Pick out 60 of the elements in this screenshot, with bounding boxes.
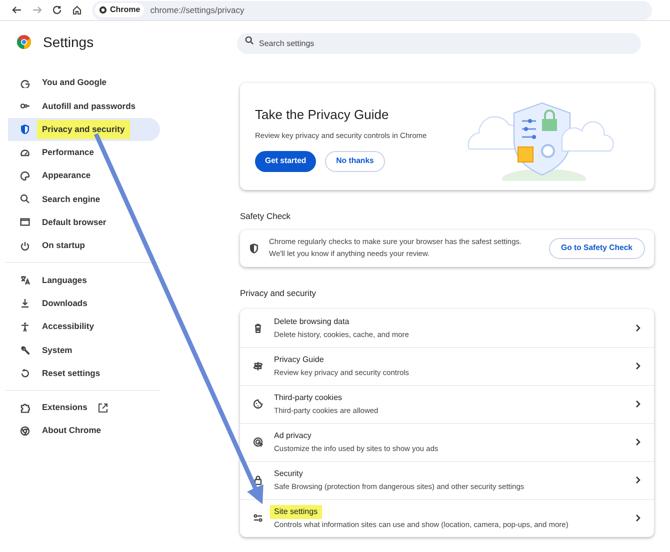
sidebar-item[interactable]: Privacy and security bbox=[8, 118, 160, 141]
page-title: Settings bbox=[43, 32, 94, 52]
back-icon[interactable] bbox=[12, 5, 22, 15]
site-chip[interactable]: Chrome bbox=[95, 3, 144, 17]
puzzle-icon bbox=[20, 402, 30, 412]
sidebar-item[interactable]: Accessibility bbox=[8, 314, 160, 338]
section-heading: Privacy and security bbox=[240, 286, 318, 300]
sidebar-item[interactable]: About Chrome bbox=[8, 419, 160, 442]
wrench-icon bbox=[20, 344, 30, 355]
sidebar-item[interactable]: Performance bbox=[8, 140, 160, 164]
section-heading: Safety Check bbox=[240, 210, 292, 223]
reload-icon[interactable] bbox=[52, 5, 62, 15]
address-bar[interactable]: Chrome chrome://settings/privacy bbox=[92, 0, 652, 20]
sidebar-item[interactable]: Reset settings bbox=[8, 362, 160, 385]
row-title: Ad privacy bbox=[273, 430, 312, 442]
chevron-right-icon bbox=[634, 400, 640, 408]
lock-icon bbox=[253, 475, 263, 485]
ad-target-icon bbox=[253, 437, 263, 447]
trash-icon bbox=[253, 322, 263, 332]
row-title: Delete browsing data bbox=[273, 316, 350, 328]
sidebar-item[interactable]: Downloads bbox=[8, 292, 160, 315]
sidebar-item[interactable]: On startup bbox=[8, 234, 160, 258]
shield-icon bbox=[20, 124, 30, 134]
sidebar-item[interactable]: Search engine bbox=[8, 187, 160, 211]
sidebar-item[interactable]: Default browser bbox=[8, 210, 160, 234]
row-title: Third-party cookies bbox=[273, 392, 344, 404]
chevron-right-icon bbox=[634, 324, 640, 332]
search-icon bbox=[245, 36, 254, 45]
shield-icon bbox=[249, 242, 259, 254]
key-icon bbox=[20, 100, 30, 111]
browser-window-icon bbox=[20, 217, 30, 228]
card-title: Take the Privacy Guide bbox=[255, 106, 390, 124]
google-icon bbox=[20, 78, 30, 88]
cookie-icon bbox=[253, 399, 263, 409]
speedometer-icon bbox=[20, 148, 30, 158]
row-title: Site settings bbox=[270, 505, 322, 520]
chevron-right-icon bbox=[634, 514, 640, 522]
sidebar-item[interactable]: Languages bbox=[8, 268, 160, 292]
reset-icon bbox=[20, 368, 30, 378]
power-icon bbox=[20, 240, 30, 251]
search-field[interactable]: Search settings bbox=[237, 33, 641, 54]
search-icon bbox=[20, 194, 30, 204]
sidebar-item[interactable]: Appearance bbox=[8, 164, 160, 188]
row-title: Security bbox=[273, 468, 304, 480]
palette-icon bbox=[20, 170, 30, 181]
sidebar-item[interactable]: Autofill and passwords bbox=[8, 94, 160, 118]
signpost-icon bbox=[253, 361, 263, 371]
download-icon bbox=[20, 298, 30, 308]
chevron-right-icon bbox=[634, 438, 640, 446]
chevron-right-icon bbox=[634, 476, 640, 484]
row-title: Privacy Guide bbox=[273, 354, 325, 366]
accessibility-icon bbox=[20, 322, 30, 332]
sidebar-item[interactable]: Extensions bbox=[8, 396, 160, 420]
home-icon[interactable] bbox=[72, 5, 82, 15]
chevron-right-icon bbox=[634, 362, 640, 370]
sidebar-item[interactable]: You and Google bbox=[8, 71, 160, 94]
sliders-icon bbox=[253, 513, 263, 523]
url-text: chrome://settings/privacy bbox=[150, 4, 244, 16]
sidebar-item[interactable]: System bbox=[8, 338, 160, 362]
translate-icon bbox=[20, 275, 30, 286]
